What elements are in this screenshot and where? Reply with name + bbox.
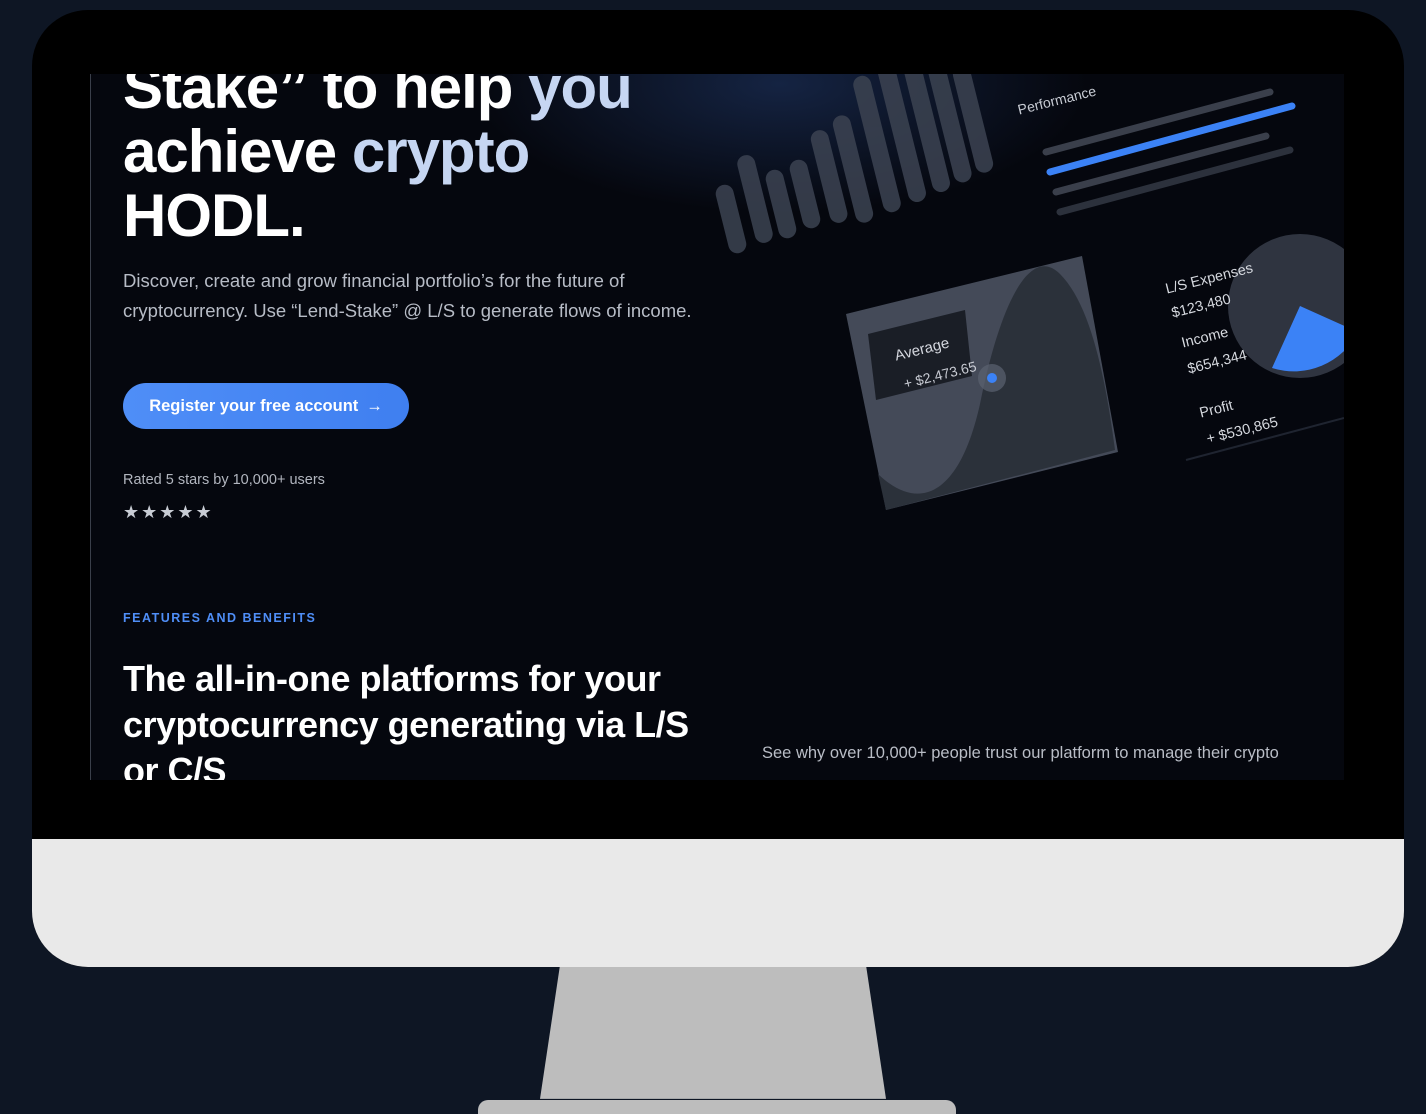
performance-bars-graphic xyxy=(1042,88,1296,216)
monitor-frame: Stake” to help you achieve crypto HODL. … xyxy=(32,10,1404,967)
headline-line2-accent: crypto xyxy=(351,118,530,185)
register-button[interactable]: Register your free account → xyxy=(123,383,409,429)
dashboard-illustration: Performance Average + $2,473.65 L/S Expe… xyxy=(710,74,1344,544)
hero-lead: Discover, create and grow financial port… xyxy=(123,270,692,321)
rating-text: Rated 5 stars by 10,000+ users xyxy=(123,472,325,488)
headline-line2-white: achieve xyxy=(123,118,352,185)
monitor-stand-neck xyxy=(540,960,886,1099)
monitor-stand-base xyxy=(478,1100,956,1114)
trust-text: See why over 10,000+ people trust our pl… xyxy=(762,744,1279,762)
monitor-chin xyxy=(32,839,1404,967)
bar-chart-graphic xyxy=(715,74,994,254)
headline-line1-accent: you xyxy=(528,74,633,121)
star-rating: ★★★★★ xyxy=(123,502,214,522)
headline-line3: HODL. xyxy=(123,182,306,249)
features-eyebrow: FEATURES AND BENEFITS xyxy=(123,611,317,625)
average-card-graphic xyxy=(846,256,1118,510)
hero-headline: Stake” to help you achieve crypto HODL. xyxy=(123,74,633,249)
register-button-label: Register your free account xyxy=(149,396,359,415)
features-title: The all-in-one platforms for your crypto… xyxy=(123,658,689,780)
left-divider xyxy=(90,74,91,780)
screen[interactable]: Stake” to help you achieve crypto HODL. … xyxy=(90,74,1344,780)
arrow-right-icon: → xyxy=(366,396,383,415)
dashboard-graphic xyxy=(715,74,1344,510)
headline-line1-white: Stake” to help xyxy=(123,74,529,121)
